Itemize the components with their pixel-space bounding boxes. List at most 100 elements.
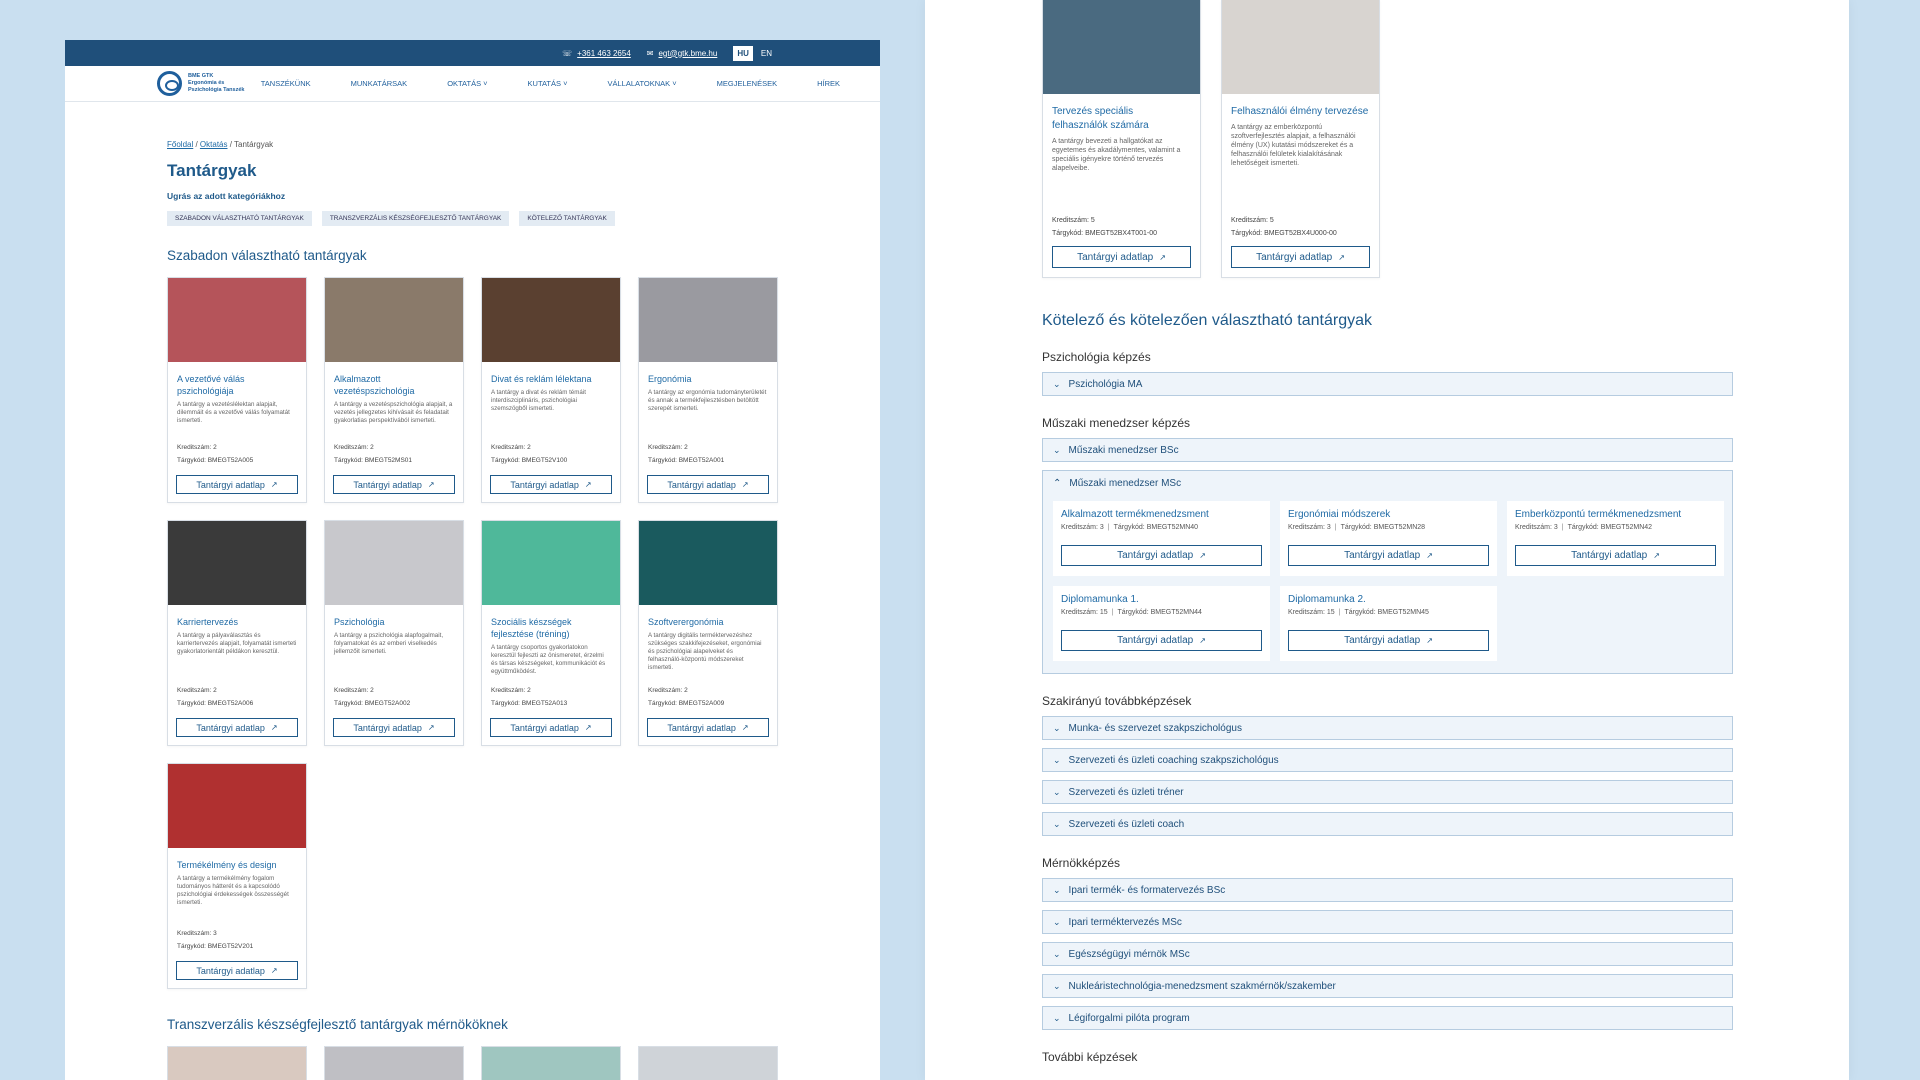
subject-code: Tárgykód: BMEGT52MN28 — [1340, 524, 1426, 531]
course-meta: Kreditszám: 2 Tárgykód: BMEGT52V100 — [491, 441, 567, 467]
course-credit: Kreditszám: 3 — [177, 930, 217, 937]
course-description: A tantárgy az emberközpontú szoftverfejl… — [1231, 124, 1356, 167]
breadcrumb-current: Tantárgyak — [234, 140, 274, 149]
course-title[interactable]: Pszichológia — [325, 605, 463, 628]
nav-item-oktatas[interactable]: OKTATÁS ˅ — [447, 79, 487, 88]
subject-title[interactable]: Diplomamunka 1. — [1061, 594, 1262, 605]
subject-title[interactable]: Emberközpontú termékmenedzsment — [1515, 509, 1716, 520]
accordion-muszaki-bsc[interactable]: ⌄ Műszaki menedzser BSc — [1042, 438, 1733, 462]
subject-title[interactable]: Diplomamunka 2. — [1288, 594, 1489, 605]
nav-item-munkatarsak[interactable]: MUNKATÁRSAK — [351, 79, 408, 88]
chip-szabadon[interactable]: SZABADON VÁLASZTHATÓ TANTÁRGYAK — [167, 211, 312, 226]
course-code: Tárgykód: BMEGT52A013 — [491, 700, 568, 707]
course-code: Tárgykód: BMEGT52A005 — [177, 457, 254, 464]
msc-subject-card: Diplomamunka 1. Kreditszám: 15 | Tárgykód: … — [1053, 586, 1270, 661]
course-title[interactable]: Ergonómia — [639, 362, 777, 385]
accordion-label: Pszichológia MA — [1068, 378, 1143, 390]
nav-item-vallalatoknak[interactable]: VÁLLALATOKNAK ˅ — [608, 79, 677, 88]
course-title[interactable]: Szociális készségek fejlesztése (tréning… — [482, 605, 620, 640]
course-title[interactable]: Karriertervezés — [168, 605, 306, 628]
course-datasheet-button[interactable]: Tantárgyi adatlap ↗ — [1052, 246, 1191, 268]
course-title[interactable]: Termékélmény és design — [168, 848, 306, 871]
lang-hu[interactable]: HU — [733, 45, 753, 61]
course-meta: Kreditszám: 2 Tárgykód: BMEGT52A005 — [177, 441, 253, 467]
accordion-item[interactable]: ⌄ Ipari termék- és formatervezés BSc — [1042, 878, 1733, 902]
accordion-item[interactable]: ⌄ Egészségügyi mérnök MSc — [1042, 942, 1733, 966]
course-title[interactable]: Alkalmazott vezetéspszichológia — [325, 362, 463, 397]
course-datasheet-button[interactable]: Tantárgyi adatlap ↗ — [490, 718, 612, 737]
course-title[interactable]: Tervezés speciális felhasználók számára — [1043, 94, 1200, 133]
breadcrumb-home[interactable]: Főoldal — [167, 140, 193, 149]
meta-divider: | — [1561, 524, 1564, 531]
subject-datasheet-button[interactable]: Tantárgyi adatlap ↗ — [1288, 545, 1489, 566]
course-datasheet-button[interactable]: Tantárgyi adatlap ↗ — [647, 718, 769, 737]
lang-en[interactable]: EN — [757, 46, 776, 61]
language-switcher: HU EN — [733, 45, 776, 61]
course-code: Tárgykód: BMEGT52A006 — [177, 700, 254, 707]
email-address[interactable]: egt@gtk.bme.hu — [658, 49, 717, 58]
accordion-item[interactable]: ⌄ Munka- és szervezet szakpszichológus — [1042, 716, 1733, 740]
course-meta: Kreditszám: 2 Tárgykód: BMEGT52MS01 — [334, 441, 412, 467]
external-link-icon: ↗ — [427, 480, 435, 489]
course-title[interactable]: Divat és reklám lélektana — [482, 362, 620, 385]
accordion-item[interactable]: ⌄ Szervezeti és üzleti coach — [1042, 812, 1733, 836]
subject-title[interactable]: Ergonómiai módszerek — [1288, 509, 1489, 520]
nav-item-kutatas[interactable]: KUTATÁS ˅ — [528, 79, 568, 88]
course-datasheet-button[interactable]: Tantárgyi adatlap ↗ — [176, 961, 298, 980]
external-link-icon: ↗ — [1159, 252, 1166, 262]
course-title[interactable]: Felhasználói élmény tervezése — [1222, 94, 1379, 119]
course-title[interactable]: A vezetővé válás pszichológiája — [168, 362, 306, 397]
button-label: Tantárgyi adatlap — [667, 479, 736, 490]
subject-datasheet-button[interactable]: Tantárgyi adatlap ↗ — [1515, 545, 1716, 566]
course-credit: Kreditszám: 2 — [334, 444, 374, 451]
subject-datasheet-button[interactable]: Tantárgyi adatlap ↗ — [1288, 630, 1489, 651]
accordion-item[interactable]: ⌄ Szervezeti és üzleti coaching szakpszic… — [1042, 748, 1733, 772]
nav-item-tanszekunk[interactable]: TANSZÉKÜNK — [261, 79, 311, 88]
subject-credit: Kreditszám: 15 — [1061, 609, 1108, 616]
chip-kotelezo[interactable]: KÖTELEZŐ TANTÁRGYAK — [519, 211, 615, 226]
group-label-tovabbi: További képzések — [1042, 1050, 1138, 1064]
subject-title[interactable]: Alkalmazott termékmenedzsment — [1061, 509, 1262, 520]
nav-item-hirek[interactable]: HÍREK — [817, 79, 840, 88]
button-label: Tantárgyi adatlap — [353, 479, 422, 490]
chip-transzverzalis[interactable]: TRANSZVERZÁLIS KÉSZSÉGFEJLESZTŐ TANTÁRGY… — [321, 211, 510, 226]
course-datasheet-button[interactable]: Tantárgyi adatlap ↗ — [490, 475, 612, 494]
breadcrumb-oktatas[interactable]: Oktatás — [200, 140, 228, 149]
course-credit: Kreditszám: 5 — [1231, 217, 1274, 224]
course-datasheet-button[interactable]: Tantárgyi adatlap ↗ — [1231, 246, 1370, 268]
external-link-icon: ↗ — [1199, 636, 1206, 645]
accordion-header[interactable]: ⌃ Műszaki menedzser MSc — [1043, 471, 1732, 495]
nav-item-megjelenesek[interactable]: MEGJELENÉSEK — [717, 79, 777, 88]
course-image — [325, 521, 463, 605]
msc-subject-card: Emberközpontú termékmenedzsment Kreditszá… — [1507, 501, 1724, 576]
accordion-item[interactable]: ⌄ Légiforgalmi pilóta program — [1042, 1006, 1733, 1030]
accordion-item[interactable]: ⌄ Szervezeti és üzleti tréner — [1042, 780, 1733, 804]
email-contact[interactable]: ✉ egt@gtk.bme.hu — [647, 49, 718, 58]
accordion-item[interactable]: ⌄ Ipari terméktervezés MSc — [1042, 910, 1733, 934]
accordion-pszichologia-ma[interactable]: ⌄ Pszichológia MA — [1042, 372, 1733, 396]
course-description: A tantárgy a pszichológia alapfogalmait,… — [334, 632, 444, 655]
accordion-item[interactable]: ⌄ Nukleáristechnológia-menedzsment szakmé… — [1042, 974, 1733, 998]
phone-contact[interactable]: ☏ +361 463 2654 — [562, 49, 631, 58]
course-datasheet-button[interactable]: Tantárgyi adatlap ↗ — [333, 718, 455, 737]
subject-datasheet-button[interactable]: Tantárgyi adatlap ↗ — [1061, 630, 1262, 651]
logo-text: BME GTK Ergonómia és Pszichológia Tanszé… — [188, 73, 244, 94]
course-datasheet-button[interactable]: Tantárgyi adatlap ↗ — [176, 718, 298, 737]
course-title[interactable]: Szoftverergonómia — [639, 605, 777, 628]
subject-datasheet-button[interactable]: Tantárgyi adatlap ↗ — [1061, 545, 1262, 566]
subject-code: Tárgykód: BMEGT52MN40 — [1113, 524, 1199, 531]
course-meta: Kreditszám: 2 Tárgykód: BMEGT52A002 — [334, 684, 410, 710]
logo-mark-icon — [157, 71, 182, 96]
course-meta: Kreditszám: 2 Tárgykód: BMEGT52A009 — [648, 684, 724, 710]
site-logo[interactable]: BME GTK Ergonómia és Pszichológia Tanszé… — [157, 71, 261, 96]
course-datasheet-button[interactable]: Tantárgyi adatlap ↗ — [647, 475, 769, 494]
course-datasheet-button[interactable]: Tantárgyi adatlap ↗ — [333, 475, 455, 494]
button-label: Tantárgyi adatlap — [510, 722, 579, 733]
course-code: Tárgykód: BMEGT52MS01 — [334, 457, 413, 464]
course-datasheet-button[interactable]: Tantárgyi adatlap ↗ — [176, 475, 298, 494]
left-page-panel: ☏ +361 463 2654 ✉ egt@gtk.bme.hu HU EN BME… — [65, 40, 880, 1080]
section-title-szabadon: Szabadon választható tantárgyak — [167, 248, 367, 263]
phone-number[interactable]: +361 463 2654 — [577, 49, 631, 58]
course-credit: Kreditszám: 2 — [334, 687, 374, 694]
course-code: Tárgykód: BMEGT52A002 — [334, 700, 411, 707]
